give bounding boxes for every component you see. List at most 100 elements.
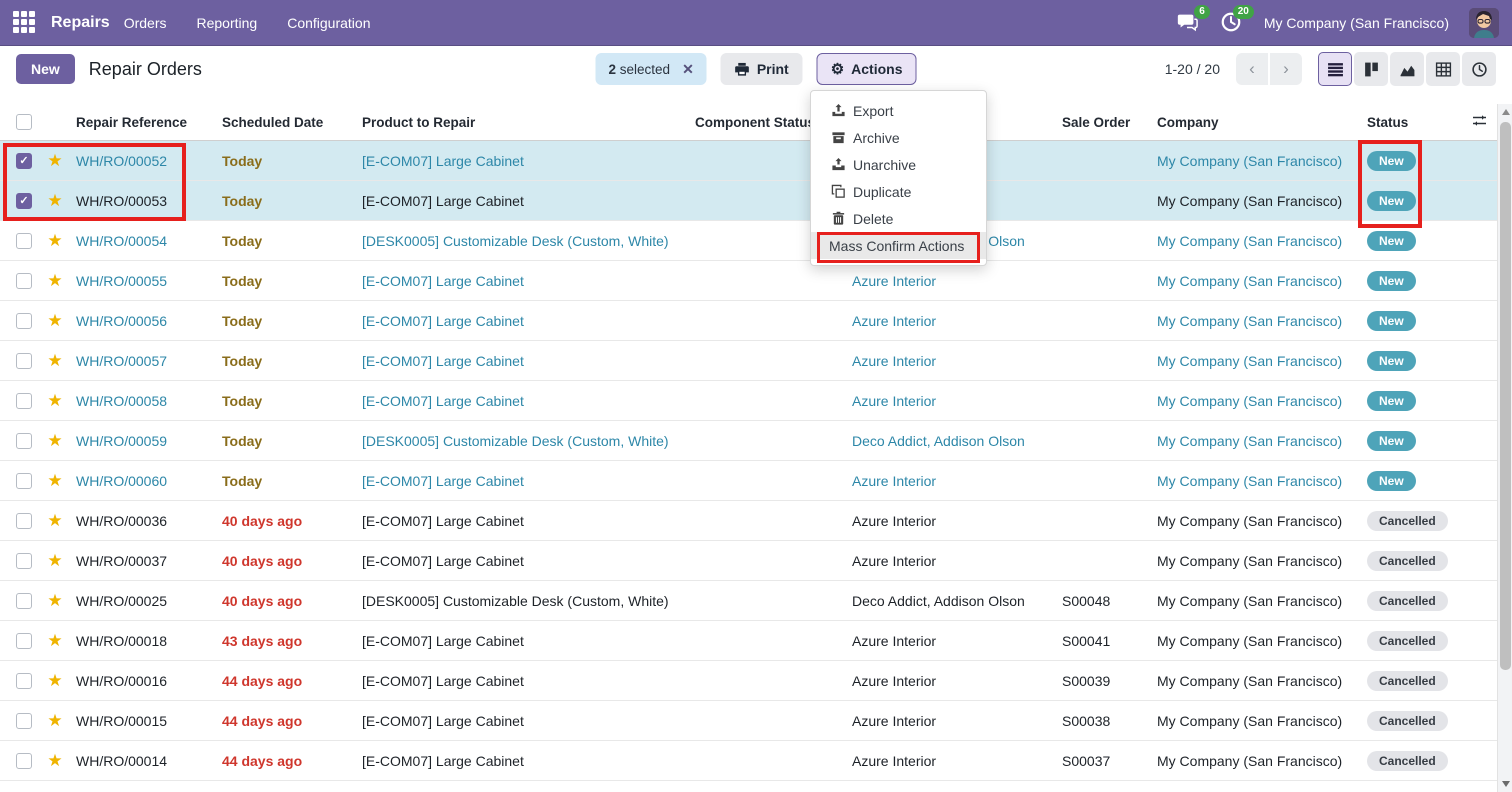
product-link[interactable]: [DESK0005] Customizable Desk (Custom, Wh… bbox=[362, 593, 669, 609]
product-link[interactable]: [E-COM07] Large Cabinet bbox=[362, 513, 524, 529]
customer-link[interactable]: Azure Interior bbox=[852, 273, 936, 289]
customer-link[interactable]: Azure Interior bbox=[852, 353, 936, 369]
table-row[interactable]: ★ WH/RO/00060 Today [E-COM07] Large Cabi… bbox=[0, 461, 1497, 501]
table-row[interactable]: ★ WH/RO/00015 44 days ago [E-COM07] Larg… bbox=[0, 701, 1497, 741]
repair-reference-link[interactable]: WH/RO/00053 bbox=[76, 193, 167, 209]
row-checkbox[interactable] bbox=[16, 393, 32, 409]
company-link[interactable]: My Company (San Francisco) bbox=[1157, 393, 1342, 409]
company-link[interactable]: My Company (San Francisco) bbox=[1157, 273, 1342, 289]
header-scheduled-date[interactable]: Scheduled Date bbox=[222, 115, 362, 130]
company-link[interactable]: My Company (San Francisco) bbox=[1157, 433, 1342, 449]
repair-reference-link[interactable]: WH/RO/00052 bbox=[76, 153, 167, 169]
table-row[interactable]: ★ WH/RO/00055 Today [E-COM07] Large Cabi… bbox=[0, 261, 1497, 301]
top-menu-configuration[interactable]: Configuration bbox=[287, 15, 370, 31]
menu-item-delete[interactable]: Delete bbox=[811, 205, 986, 232]
favorite-star-icon[interactable]: ★ bbox=[47, 472, 62, 489]
favorite-star-icon[interactable]: ★ bbox=[47, 552, 62, 569]
favorite-star-icon[interactable]: ★ bbox=[47, 512, 62, 529]
new-button[interactable]: New bbox=[16, 54, 75, 84]
header-repair-reference[interactable]: Repair Reference bbox=[70, 115, 222, 130]
product-link[interactable]: [E-COM07] Large Cabinet bbox=[362, 473, 524, 489]
favorite-star-icon[interactable]: ★ bbox=[47, 672, 62, 689]
product-link[interactable]: [DESK0005] Customizable Desk (Custom, Wh… bbox=[362, 433, 669, 449]
row-checkbox[interactable] bbox=[16, 553, 32, 569]
customer-link[interactable]: Deco Addict, Addison Olson bbox=[852, 433, 1025, 449]
apps-grid-icon[interactable] bbox=[13, 11, 37, 35]
row-checkbox[interactable] bbox=[16, 473, 32, 489]
menu-item-export[interactable]: Export bbox=[811, 97, 986, 124]
top-menu-reporting[interactable]: Reporting bbox=[197, 15, 258, 31]
company-link[interactable]: My Company (San Francisco) bbox=[1157, 233, 1342, 249]
row-checkbox[interactable] bbox=[16, 353, 32, 369]
company-switcher[interactable]: My Company (San Francisco) bbox=[1264, 15, 1449, 31]
product-link[interactable]: [E-COM07] Large Cabinet bbox=[362, 713, 524, 729]
row-checkbox[interactable] bbox=[16, 513, 32, 529]
company-link[interactable]: My Company (San Francisco) bbox=[1157, 713, 1342, 729]
customer-link[interactable]: Azure Interior bbox=[852, 473, 936, 489]
company-link[interactable]: My Company (San Francisco) bbox=[1157, 153, 1342, 169]
repair-reference-link[interactable]: WH/RO/00056 bbox=[76, 313, 167, 329]
user-avatar[interactable] bbox=[1469, 8, 1499, 38]
repair-reference-link[interactable]: WH/RO/00014 bbox=[76, 753, 167, 769]
menu-item-duplicate[interactable]: Duplicate bbox=[811, 178, 986, 205]
view-switch-pivot[interactable] bbox=[1426, 52, 1460, 86]
scroll-up-arrow[interactable] bbox=[1498, 104, 1512, 120]
table-row[interactable]: ★ WH/RO/00059 Today [DESK0005] Customiza… bbox=[0, 421, 1497, 461]
repair-reference-link[interactable]: WH/RO/00054 bbox=[76, 233, 167, 249]
favorite-star-icon[interactable]: ★ bbox=[47, 312, 62, 329]
favorite-star-icon[interactable]: ★ bbox=[47, 632, 62, 649]
row-checkbox[interactable]: ✓ bbox=[16, 153, 32, 169]
repair-reference-link[interactable]: WH/RO/00036 bbox=[76, 513, 167, 529]
customer-link[interactable]: Deco Addict, Addison Olson bbox=[852, 593, 1025, 609]
table-row[interactable]: ★ WH/RO/00014 44 days ago [E-COM07] Larg… bbox=[0, 741, 1497, 781]
row-checkbox[interactable] bbox=[16, 313, 32, 329]
pager-previous-button[interactable]: ‹ bbox=[1236, 53, 1268, 85]
view-switch-activity[interactable] bbox=[1462, 52, 1496, 86]
activities-icon[interactable]: 20 bbox=[1220, 11, 1244, 35]
favorite-star-icon[interactable]: ★ bbox=[47, 752, 62, 769]
favorite-star-icon[interactable]: ★ bbox=[47, 352, 62, 369]
favorite-star-icon[interactable]: ★ bbox=[47, 392, 62, 409]
row-checkbox[interactable] bbox=[16, 633, 32, 649]
row-checkbox[interactable] bbox=[16, 753, 32, 769]
table-row[interactable]: ★ WH/RO/00016 44 days ago [E-COM07] Larg… bbox=[0, 661, 1497, 701]
table-row[interactable]: ★ WH/RO/00037 40 days ago [E-COM07] Larg… bbox=[0, 541, 1497, 581]
row-checkbox[interactable] bbox=[16, 273, 32, 289]
menu-item-archive[interactable]: Archive bbox=[811, 124, 986, 151]
company-link[interactable]: My Company (San Francisco) bbox=[1157, 513, 1342, 529]
optional-columns-icon[interactable] bbox=[1471, 112, 1488, 132]
product-link[interactable]: [E-COM07] Large Cabinet bbox=[362, 313, 524, 329]
customer-link[interactable]: Azure Interior bbox=[852, 633, 936, 649]
product-link[interactable]: [E-COM07] Large Cabinet bbox=[362, 153, 524, 169]
table-row[interactable]: ★ WH/RO/00056 Today [E-COM07] Large Cabi… bbox=[0, 301, 1497, 341]
scrollbar-thumb[interactable] bbox=[1500, 122, 1511, 670]
company-link[interactable]: My Company (San Francisco) bbox=[1157, 193, 1342, 209]
row-checkbox[interactable] bbox=[16, 673, 32, 689]
favorite-star-icon[interactable]: ★ bbox=[47, 192, 62, 209]
table-row[interactable]: ✓ ★ WH/RO/00053 Today [E-COM07] Large Ca… bbox=[0, 181, 1497, 221]
company-link[interactable]: My Company (San Francisco) bbox=[1157, 753, 1342, 769]
table-row[interactable]: ★ WH/RO/00058 Today [E-COM07] Large Cabi… bbox=[0, 381, 1497, 421]
view-switch-list[interactable] bbox=[1318, 52, 1352, 86]
product-link[interactable]: [E-COM07] Large Cabinet bbox=[362, 393, 524, 409]
table-row[interactable]: ✓ ★ WH/RO/00052 Today [E-COM07] Large Ca… bbox=[0, 141, 1497, 181]
row-checkbox[interactable] bbox=[16, 593, 32, 609]
favorite-star-icon[interactable]: ★ bbox=[47, 232, 62, 249]
table-row[interactable]: ★ WH/RO/00054 Today [DESK0005] Customiza… bbox=[0, 221, 1497, 261]
menu-item-mass-confirm-actions[interactable]: Mass Confirm Actions bbox=[811, 232, 986, 259]
table-row[interactable]: ★ WH/RO/00057 Today [E-COM07] Large Cabi… bbox=[0, 341, 1497, 381]
menu-item-unarchive[interactable]: Unarchive bbox=[811, 151, 986, 178]
customer-link[interactable]: Azure Interior bbox=[852, 313, 936, 329]
table-row[interactable]: ★ WH/RO/00025 40 days ago [DESK0005] Cus… bbox=[0, 581, 1497, 621]
repair-reference-link[interactable]: WH/RO/00059 bbox=[76, 433, 167, 449]
messages-icon[interactable]: 6 bbox=[1176, 11, 1200, 35]
company-link[interactable]: My Company (San Francisco) bbox=[1157, 473, 1342, 489]
repair-reference-link[interactable]: WH/RO/00018 bbox=[76, 633, 167, 649]
product-link[interactable]: [E-COM07] Large Cabinet bbox=[362, 273, 524, 289]
product-link[interactable]: [E-COM07] Large Cabinet bbox=[362, 553, 524, 569]
view-switch-kanban[interactable] bbox=[1354, 52, 1388, 86]
customer-link[interactable]: Azure Interior bbox=[852, 673, 936, 689]
row-checkbox[interactable] bbox=[16, 433, 32, 449]
company-link[interactable]: My Company (San Francisco) bbox=[1157, 353, 1342, 369]
row-checkbox[interactable] bbox=[16, 713, 32, 729]
